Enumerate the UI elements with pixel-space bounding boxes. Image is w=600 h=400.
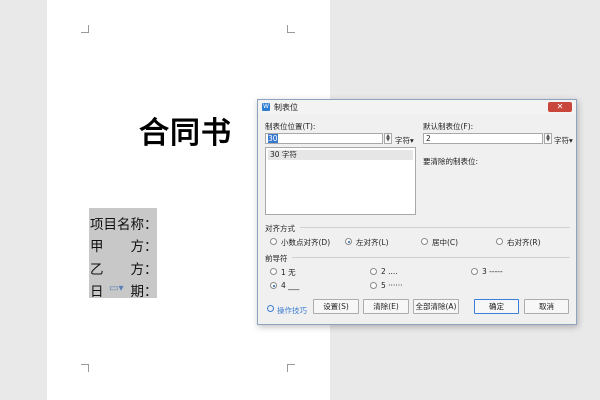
dialog-title: 制表位 [274, 103, 298, 112]
close-button[interactable]: ✕ [548, 102, 572, 112]
tabs-to-clear-label: 要清除的制表位: [423, 157, 479, 166]
alignment-divider [300, 227, 570, 228]
leader-middots-radio[interactable] [370, 282, 377, 289]
field-project-name[interactable]: 项目名称： [90, 213, 158, 233]
leader-dots-radio[interactable] [370, 268, 377, 275]
tab-stop-list[interactable]: 30 字符 [265, 147, 416, 215]
clear-button[interactable]: 清除(E) [363, 299, 409, 314]
tab-position-unit-label: 字符 [395, 136, 410, 145]
default-tab-unit-dropdown[interactable]: 字符▾ [554, 135, 573, 146]
leader-underline-radio[interactable] [270, 282, 277, 289]
alignment-section-label: 对齐方式 [265, 224, 295, 233]
crop-mark-top-right [287, 25, 295, 33]
list-item[interactable]: 30 字符 [268, 150, 413, 160]
document-title[interactable]: 合同书 [139, 108, 232, 152]
align-right-label[interactable]: 右对齐(R) [507, 237, 541, 248]
leader-dashes-label[interactable]: 3 ----- [482, 267, 503, 276]
leader-middots-label[interactable]: 5 ······ [381, 281, 402, 290]
default-tab-unit-label: 字符 [554, 136, 569, 145]
cancel-button[interactable]: 取消 [524, 299, 569, 314]
default-tab-spinner[interactable]: ▲ ▼ [544, 133, 552, 144]
align-decimal-label[interactable]: 小数点对齐(D) [281, 237, 330, 248]
leader-dots-label[interactable]: 2 .... [381, 267, 398, 276]
leader-dashes-radio[interactable] [471, 268, 478, 275]
default-tab-label: 默认制表位(F): [423, 122, 474, 131]
tabs-dialog: W 制表位 ✕ 制表位位置(T): 30 ▲ ▼ 字符▾ 30 字符 默认制表位(… [257, 99, 577, 325]
field-date[interactable]: 日 期： [90, 280, 158, 300]
tab-position-value: 30 [268, 134, 278, 143]
tab-position-label: 制表位位置(T): [265, 122, 316, 131]
align-center-label[interactable]: 居中(C) [432, 237, 458, 248]
tips-link[interactable]: 操作技巧 [277, 305, 307, 316]
help-icon[interactable] [267, 305, 274, 312]
clear-all-button[interactable]: 全部清除(A) [413, 299, 459, 314]
align-left-radio[interactable] [345, 238, 352, 245]
leader-divider [292, 257, 570, 258]
crop-mark-top-left [81, 25, 89, 33]
field-party-a[interactable]: 甲 方： [90, 235, 158, 255]
align-decimal-radio[interactable] [270, 238, 277, 245]
default-tab-input[interactable]: 2 [423, 133, 543, 144]
dialog-titlebar[interactable]: W 制表位 ✕ [258, 100, 576, 114]
leader-underline-label[interactable]: 4 ___ [281, 281, 299, 290]
tab-position-input[interactable]: 30 [265, 133, 383, 144]
paragraph-handle-icon[interactable]: ▭▾ [109, 283, 123, 294]
align-right-radio[interactable] [496, 238, 503, 245]
set-button[interactable]: 设置(S) [313, 299, 359, 314]
leader-none-label[interactable]: 1 无 [281, 267, 296, 278]
tab-position-spinner[interactable]: ▲ ▼ [384, 133, 392, 144]
leader-section-label: 前导符 [265, 254, 288, 263]
align-left-label[interactable]: 左对齐(L) [356, 237, 389, 248]
crop-mark-bottom-right [287, 364, 295, 372]
crop-mark-bottom-left [81, 364, 89, 372]
align-center-radio[interactable] [421, 238, 428, 245]
tab-position-unit-dropdown[interactable]: 字符▾ [395, 135, 414, 146]
app-icon: W [262, 103, 270, 111]
ok-button[interactable]: 确定 [474, 299, 519, 314]
field-party-b[interactable]: 乙 方： [90, 258, 158, 278]
leader-none-radio[interactable] [270, 268, 277, 275]
